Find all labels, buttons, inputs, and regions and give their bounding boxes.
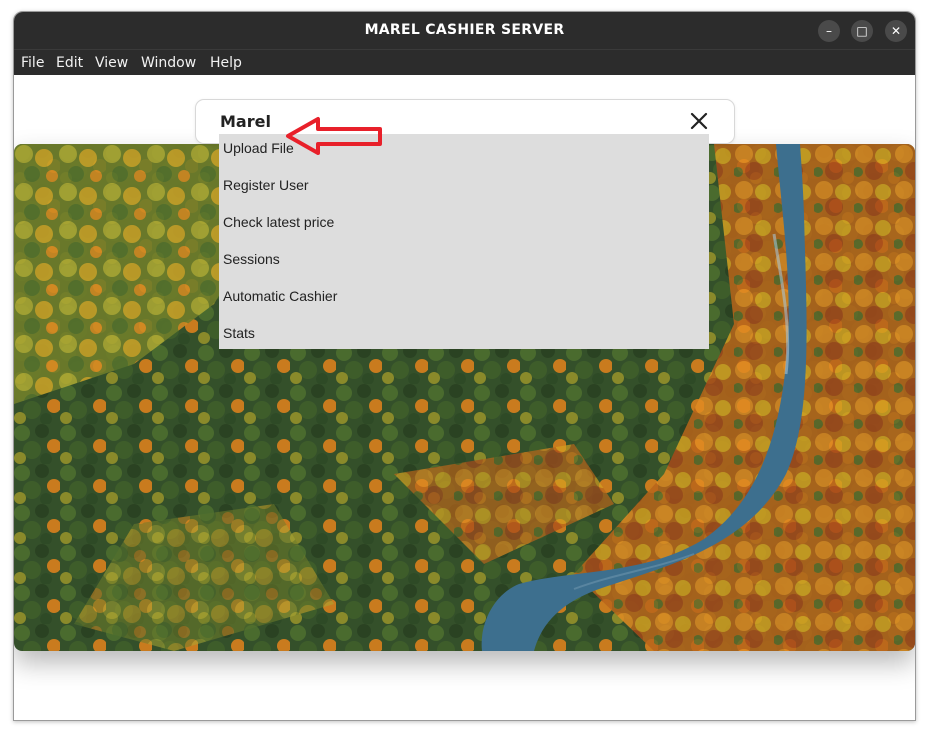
menu-view[interactable]: View [95,50,128,76]
dropdown-item-automatic-cashier[interactable]: Automatic Cashier [219,282,713,319]
close-window-button[interactable]: ✕ [885,20,907,42]
dropdown-item-sessions[interactable]: Sessions [219,245,713,282]
main-content: Marel Upload File Register User Check la… [14,75,915,720]
window-title: MAREL CASHIER SERVER [364,22,565,38]
minimize-button[interactable]: – [818,20,840,42]
menu-edit[interactable]: Edit [56,50,83,76]
menu-window[interactable]: Window [141,50,196,76]
app-window: MAREL CASHIER SERVER – □ ✕ File Edit Vie… [13,11,916,721]
menu-file[interactable]: File [21,50,44,76]
dropdown-item-stats[interactable]: Stats [219,319,713,356]
title-bar[interactable]: MAREL CASHIER SERVER – □ ✕ [14,12,915,49]
dropdown-item-register-user[interactable]: Register User [219,171,713,208]
search-dropdown: Upload File Register User Check latest p… [219,134,709,349]
dropdown-item-check-latest-price[interactable]: Check latest price [219,208,713,245]
menu-help[interactable]: Help [210,50,242,76]
annotation-arrow-icon [286,117,382,155]
close-icon[interactable] [690,112,708,130]
maximize-button[interactable]: □ [851,20,873,42]
menu-bar: File Edit View Window Help [14,49,915,76]
